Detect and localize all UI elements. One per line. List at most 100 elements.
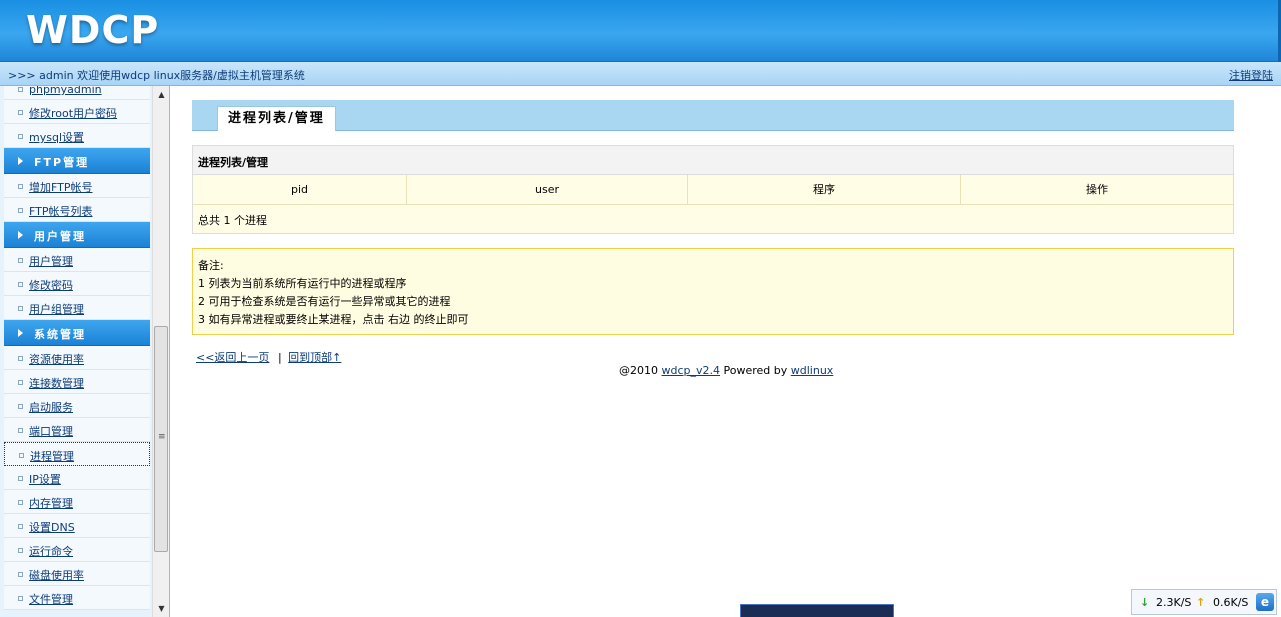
scroll-down-arrow-icon[interactable]: ▼	[153, 600, 170, 617]
page-title-bar: 进程列表/管理	[192, 100, 1234, 131]
scroll-up-arrow-icon[interactable]: ▲	[153, 86, 170, 103]
logout-link[interactable]: 注销登陆	[1229, 67, 1273, 83]
sidebar-item-label: 磁盘使用率	[29, 569, 84, 582]
download-arrow-icon: ↓	[1140, 596, 1150, 609]
sidebar-item[interactable]: 磁盘使用率	[4, 562, 150, 586]
square-bullet-icon	[18, 356, 23, 361]
square-bullet-icon	[18, 380, 23, 385]
square-bullet-icon	[18, 87, 23, 92]
square-bullet-icon	[18, 134, 23, 139]
scroll-thumb[interactable]: ≡	[154, 326, 168, 552]
sidebar-group-label: FTP管理	[34, 156, 90, 169]
square-bullet-icon	[18, 184, 23, 189]
vendor-link[interactable]: wdlinux	[791, 364, 834, 377]
sidebar-item[interactable]: 设置DNS	[4, 514, 150, 538]
welcome-text: >>> admin 欢迎使用wdcp linux服务器/虚拟主机管理系统	[8, 69, 305, 82]
square-bullet-icon	[18, 428, 23, 433]
sidebar-group-label: 用户管理	[34, 230, 86, 243]
square-bullet-icon	[18, 548, 23, 553]
upload-arrow-icon: ↑	[1196, 596, 1206, 609]
triangle-right-icon	[18, 231, 23, 239]
sidebar-item[interactable]: mysql设置	[4, 124, 150, 148]
info-bar: >>> admin 欢迎使用wdcp linux服务器/虚拟主机管理系统 注销登…	[0, 62, 1281, 86]
version-link[interactable]: wdcp_v2.4	[662, 364, 721, 377]
square-bullet-icon	[18, 404, 23, 409]
sidebar-item[interactable]: 增加FTP帐号	[4, 174, 150, 198]
sidebar-item[interactable]: 修改密码	[4, 272, 150, 296]
square-bullet-icon	[18, 572, 23, 577]
sidebar-item-label: phpmyadmin	[29, 86, 102, 96]
sidebar-item[interactable]: 用户管理	[4, 248, 150, 272]
sidebar-item-label: 内存管理	[29, 497, 73, 510]
back-to-top-link[interactable]: 回到顶部↑	[288, 351, 341, 364]
back-link[interactable]: <<返回上一页	[196, 351, 269, 364]
powered-by-text: Powered by	[720, 364, 791, 377]
sidebar-item[interactable]: 资源使用率	[4, 346, 150, 370]
sidebar-item-label: FTP帐号列表	[29, 205, 93, 218]
triangle-right-icon	[18, 329, 23, 337]
sidebar-item-label: 设置DNS	[29, 521, 75, 534]
wdcp-logo: WDCP	[26, 8, 160, 52]
sidebar-item[interactable]: 端口管理	[4, 418, 150, 442]
process-table: 进程列表/管理 pid user 程序 操作 总共 1 个进程	[192, 145, 1234, 234]
sidebar-item[interactable]: IP设置	[4, 466, 150, 490]
note-line: 1 列表为当前系统所有运行中的进程或程序	[198, 277, 407, 290]
square-bullet-icon	[18, 524, 23, 529]
square-bullet-icon	[18, 258, 23, 263]
sidebar-group-header[interactable]: 系统管理	[4, 320, 150, 346]
sidebar-item-label: 用户组管理	[29, 303, 84, 316]
main-content: 进程列表/管理 进程列表/管理 pid user 程序 操作 总共 1 个进程 …	[171, 86, 1281, 617]
sidebar-item-label: 修改root用户密码	[29, 107, 118, 120]
link-separator: |	[277, 351, 282, 364]
sidebar-item[interactable]: 修改root用户密码	[4, 100, 150, 124]
square-bullet-icon	[18, 208, 23, 213]
sidebar-item[interactable]: 进程管理	[4, 442, 150, 466]
process-total: 总共 1 个进程	[193, 205, 1233, 233]
sidebar-menu: phpmyadmin 修改root用户密码 mysql设置 FTP管理增加FTP帐号 F…	[4, 86, 150, 610]
sidebar-group-header[interactable]: FTP管理	[4, 148, 150, 174]
sidebar-item-label: IP设置	[29, 473, 61, 486]
copyright: @2010 wdcp_v2.4 Powered by wdlinux	[619, 364, 833, 377]
sidebar-item[interactable]: 文件管理	[4, 586, 150, 610]
column-action: 操作	[1086, 183, 1108, 196]
triangle-right-icon	[18, 157, 23, 165]
sidebar-item-label: 启动服务	[29, 401, 73, 414]
notes-title: 备注:	[198, 259, 224, 272]
sidebar-item[interactable]: 内存管理	[4, 490, 150, 514]
square-bullet-icon	[19, 453, 24, 458]
note-line: 2 可用于检查系统是否有运行一些异常或其它的进程	[198, 295, 451, 308]
square-bullet-icon	[18, 476, 23, 481]
header-banner: WDCP	[0, 0, 1281, 62]
sidebar-item-label: mysql设置	[29, 131, 84, 144]
column-program: 程序	[688, 175, 961, 204]
sidebar-item[interactable]: 用户组管理	[4, 296, 150, 320]
sidebar: phpmyadmin 修改root用户密码 mysql设置 FTP管理增加FTP帐号 F…	[0, 86, 170, 617]
copyright-prefix: @2010	[619, 364, 662, 377]
sidebar-scrollbar[interactable]: ▲ ≡ ▼	[152, 86, 169, 617]
upload-speed: 0.6K/S	[1213, 596, 1249, 609]
square-bullet-icon	[18, 596, 23, 601]
grip-icon: ≡	[158, 432, 166, 442]
sidebar-item[interactable]: FTP帐号列表	[4, 198, 150, 222]
sidebar-item[interactable]: 连接数管理	[4, 370, 150, 394]
square-bullet-icon	[18, 306, 23, 311]
footer-links: <<返回上一页 | 回到顶部↑	[196, 349, 341, 365]
download-speed: 2.3K/S	[1156, 596, 1192, 609]
square-bullet-icon	[18, 500, 23, 505]
square-bullet-icon	[18, 110, 23, 115]
sidebar-item[interactable]: 启动服务	[4, 394, 150, 418]
sidebar-item-label: 增加FTP帐号	[29, 181, 93, 194]
square-bullet-icon	[18, 282, 23, 287]
page-title-tab: 进程列表/管理	[217, 106, 336, 131]
sidebar-item-label: 端口管理	[29, 425, 73, 438]
sidebar-item[interactable]: phpmyadmin	[4, 86, 150, 100]
sidebar-item[interactable]: 运行命令	[4, 538, 150, 562]
sidebar-group-header[interactable]: 用户管理	[4, 222, 150, 248]
browser-icon[interactable]: e	[1256, 593, 1274, 611]
ime-toolbar[interactable]	[740, 604, 894, 617]
network-monitor: ↓ 2.3K/S ↑ 0.6K/S e	[1131, 589, 1277, 615]
sidebar-group-label: 系统管理	[34, 328, 86, 341]
sidebar-item-label: 进程管理	[30, 450, 74, 463]
table-caption: 进程列表/管理	[193, 146, 1233, 175]
table-header-row: pid user 程序 操作	[193, 175, 1233, 205]
